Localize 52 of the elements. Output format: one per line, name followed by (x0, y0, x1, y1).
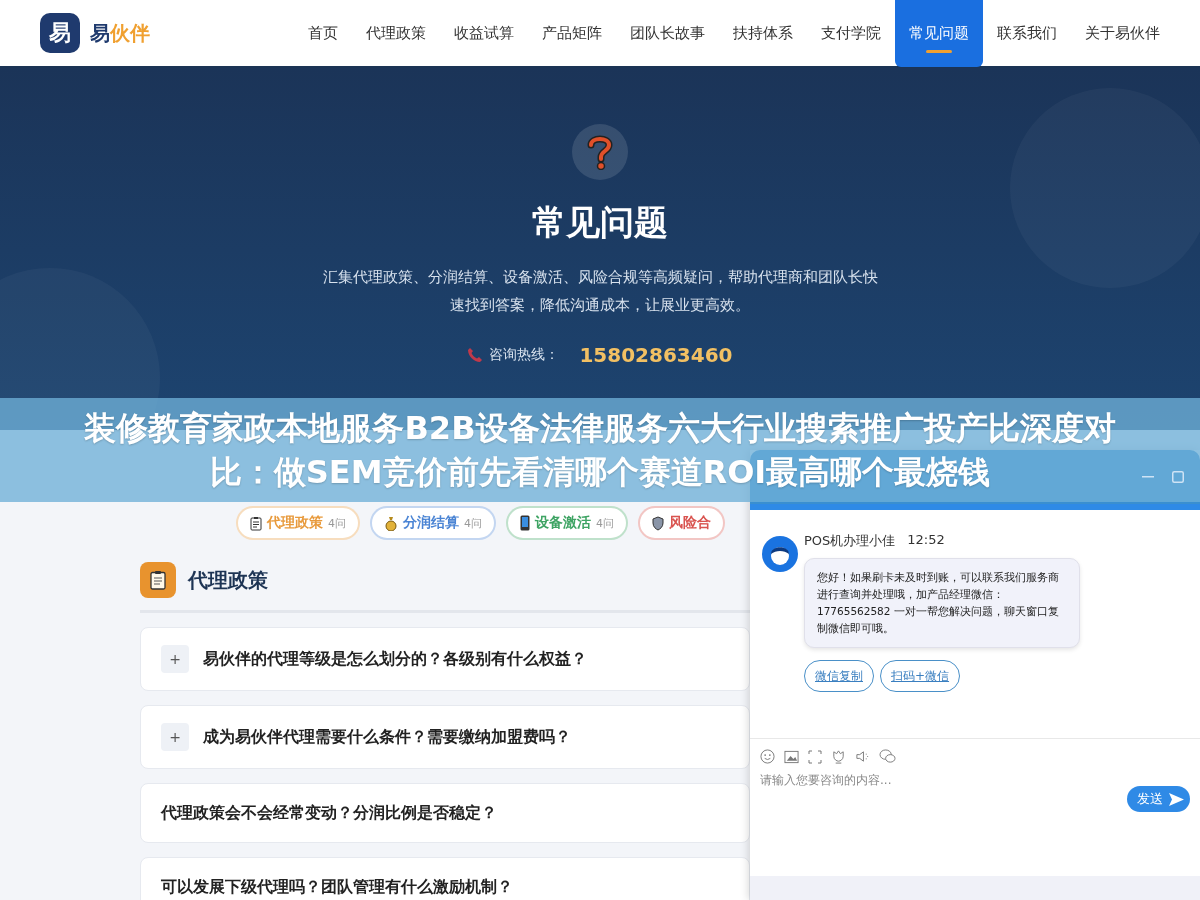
screenshot-icon[interactable] (808, 749, 822, 764)
agent-name: POS机办理小佳 (804, 532, 896, 550)
nav-link[interactable]: 首页 (294, 0, 352, 67)
question-text: 易伙伴的代理等级是怎么划分的？各级别有什么权益？ (203, 648, 587, 670)
quick-reply-button[interactable]: 扫码+微信 (880, 660, 961, 692)
speaker-icon[interactable] (855, 749, 870, 764)
nav-link[interactable]: 扶持体系 (719, 0, 807, 67)
hotline-number[interactable]: 15802863460 (579, 342, 733, 367)
faq-item[interactable]: + 易伙伴的代理等级是怎么划分的？各级别有什么权益？ (140, 627, 750, 691)
hotline-label: 咨询热线： (489, 345, 560, 364)
banner-title-line: 装修教育家政本地服务B2B设备法律服务六大行业搜索推广投产比深度对 (84, 408, 1116, 449)
section-title: 代理政策 (188, 566, 268, 594)
logo-text[interactable]: 易伙伴 (90, 19, 150, 47)
emoji-icon[interactable] (760, 749, 775, 764)
expand-toggle[interactable]: + (161, 645, 189, 673)
nav-link[interactable]: 收益试算 (440, 0, 528, 67)
question-text: 可以发展下级代理吗？团队管理有什么激励机制？ (161, 876, 513, 898)
send-button[interactable]: 发送 (1127, 786, 1190, 812)
nav-link[interactable]: 代理政策 (352, 0, 440, 67)
money-bag-icon (384, 515, 398, 531)
quick-reply-button[interactable]: 微信复制 (804, 660, 874, 692)
shield-icon (652, 515, 664, 531)
clipboard-icon (250, 515, 262, 531)
question-mark-icon (572, 124, 628, 180)
nav-link[interactable]: 联系我们 (983, 0, 1071, 67)
banner-title-line: 比：做SEM竞价前先看清哪个赛道ROI最高哪个最烧钱 (209, 452, 991, 493)
avatar-icon (762, 536, 798, 572)
category-chip[interactable]: 风险合 (638, 506, 725, 540)
wechat-icon[interactable] (879, 749, 896, 764)
page-title: 常见问题 (532, 202, 668, 243)
nav-link[interactable]: 支付学院 (807, 0, 895, 67)
message-time: 12:52 (907, 532, 945, 549)
nav-link[interactable]: 产品矩阵 (528, 0, 616, 67)
clipboard-icon (140, 562, 176, 598)
chat-message: 您好！如果刷卡未及时到账，可以联系我们服务商进行查询并处理哦，加产品经理微信：17765562582 一对一帮您解决问题，聊天窗口复制微信即可哦。 (804, 558, 1080, 648)
category-chip[interactable]: 分润结算 4问 (370, 506, 496, 540)
maximize-icon[interactable] (1172, 471, 1184, 483)
faq-item[interactable]: + 成为易伙伴代理需要什么条件？需要缴纳加盟费吗？ (140, 705, 750, 769)
logo-mark[interactable]: 易 (40, 13, 80, 53)
phone-icon (467, 346, 484, 363)
question-text: 代理政策会不会经常变动？分润比例是否稳定？ (161, 802, 497, 824)
image-icon[interactable] (784, 749, 799, 764)
nav-link[interactable]: 常见问题 (895, 0, 983, 67)
faq-item[interactable]: 代理政策会不会经常变动？分润比例是否稳定？ (140, 783, 750, 843)
mobile-phone-icon (520, 515, 530, 531)
send-icon (1169, 792, 1184, 806)
expand-toggle[interactable]: + (161, 723, 189, 751)
hero-description: 汇集代理政策、分润结算、设备激活、风险合规等高频疑问，帮助代理商和团队长快速找到答案，降低沟通成本，让展业更高效。 (321, 266, 879, 316)
nav-link[interactable]: 关于易伙伴 (1071, 0, 1174, 67)
question-text: 成为易伙伴代理需要什么条件？需要缴纳加盟费吗？ (203, 726, 571, 748)
faq-item[interactable]: 可以发展下级代理吗？团队管理有什么激励机制？ (140, 857, 750, 900)
nav-link[interactable]: 团队长故事 (616, 0, 719, 67)
